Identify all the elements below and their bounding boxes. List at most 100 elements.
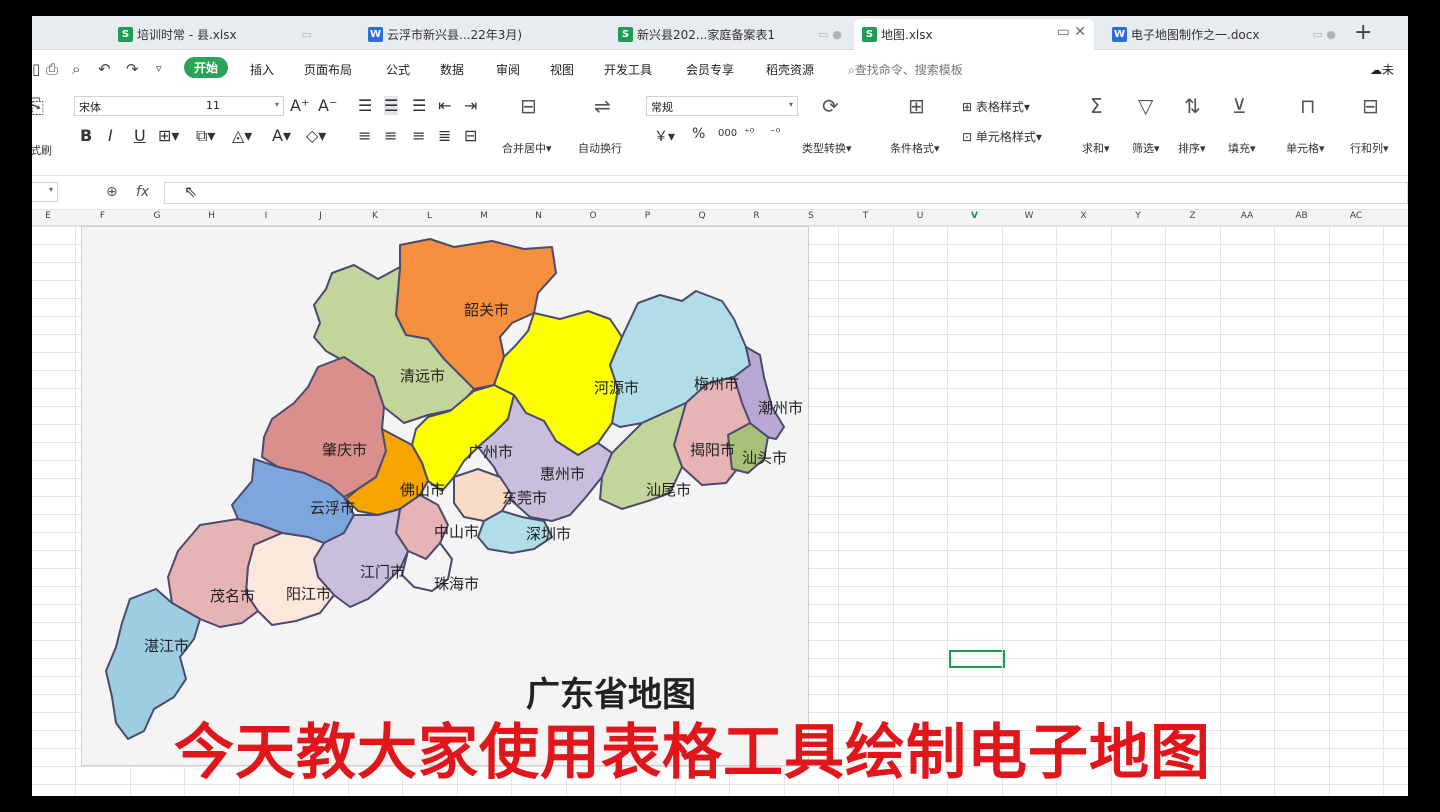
filter-icon[interactable]: ▽ xyxy=(1138,94,1153,118)
customize-icon[interactable]: ▿ xyxy=(156,62,162,75)
thousands-button[interactable]: 000 xyxy=(718,128,737,139)
undo-icon[interactable]: ↶ xyxy=(98,60,111,78)
sum-icon[interactable]: Σ xyxy=(1090,94,1103,118)
column-header[interactable]: Y xyxy=(1135,211,1141,221)
border-icon[interactable]: ⊞▾ xyxy=(158,126,179,145)
column-header[interactable]: Q xyxy=(698,211,705,221)
row-col-label[interactable]: 行和列▾ xyxy=(1350,140,1389,156)
zoom-icon[interactable]: ⊕ xyxy=(106,184,118,200)
indent-decrease-icon[interactable]: ⇤ xyxy=(438,96,451,115)
close-icon[interactable]: ▭ ✕ xyxy=(1057,24,1086,40)
format-painter-icon[interactable]: ⎘ xyxy=(32,94,44,118)
column-header[interactable]: V xyxy=(971,211,978,221)
cell-icon[interactable]: ⊓ xyxy=(1300,94,1316,118)
fill-label[interactable]: 填充▾ xyxy=(1228,140,1256,156)
sort-icon[interactable]: ⇅ xyxy=(1184,94,1201,118)
clear-format-icon[interactable]: ◇▾ xyxy=(306,126,326,145)
column-header[interactable]: AB xyxy=(1295,211,1307,221)
column-header[interactable]: W xyxy=(1025,211,1034,221)
column-header[interactable]: L xyxy=(427,211,432,221)
increase-decimal-icon[interactable]: ⁺⁰ xyxy=(744,126,754,139)
formula-input[interactable] xyxy=(164,182,1408,204)
row-col-icon[interactable]: ⊟ xyxy=(1362,94,1379,118)
column-header[interactable]: M xyxy=(480,211,488,221)
underline-icon[interactable]: U xyxy=(134,126,146,145)
menu-page-layout[interactable]: 页面布局 xyxy=(304,61,352,78)
distribute-icon[interactable]: ⊟ xyxy=(464,126,477,145)
increase-font-icon[interactable]: A⁺ xyxy=(290,96,309,115)
column-header[interactable]: N xyxy=(535,211,542,221)
align-top-icon[interactable]: ☰ xyxy=(358,96,372,115)
new-tab-icon[interactable]: + xyxy=(1354,20,1372,45)
merge-center-label[interactable]: 合并居中▾ xyxy=(502,140,552,156)
column-header[interactable]: K xyxy=(372,211,378,221)
column-header[interactable]: S xyxy=(808,211,814,221)
percent-button[interactable]: % xyxy=(692,126,705,142)
format-painter-label[interactable]: 式刷 xyxy=(32,142,52,158)
pin-icon[interactable]: ▭ ● xyxy=(1313,28,1337,41)
conditional-format-icon[interactable]: ⊞ xyxy=(908,94,925,118)
justify-icon[interactable]: ≣ xyxy=(438,126,451,145)
tab-xinxing-xlsx[interactable]: S 新兴县202...家庭备案表1 ▭ ● xyxy=(610,19,850,50)
fx-button[interactable]: fx xyxy=(136,184,149,200)
tab-map-xlsx[interactable]: S 地图.xlsx ▭ ✕ xyxy=(854,19,1094,50)
guangdong-map-image[interactable]: 韶关市 清远市 河源市 梅州市 潮州市 肇庆市 广州市 揭阳市 汕头市 惠州市 佛山市 东莞市 汕尾市云… xyxy=(81,226,809,766)
type-convert-icon[interactable]: ⟳ xyxy=(822,94,839,118)
redo-icon[interactable]: ↷ xyxy=(126,60,139,78)
align-left-icon[interactable]: ≡ xyxy=(358,126,371,145)
column-header[interactable]: G xyxy=(154,211,161,221)
font-size-select[interactable]: 11 ▾ xyxy=(202,96,284,116)
menu-data[interactable]: 数据 xyxy=(440,61,464,78)
selected-cell[interactable] xyxy=(949,650,1005,668)
italic-icon[interactable]: I xyxy=(108,126,113,145)
column-header[interactable]: J xyxy=(319,211,322,221)
menu-docer[interactable]: 稻壳资源 xyxy=(766,61,814,78)
tab-training-xlsx[interactable]: S 培训时常 - 县.xlsx ▭ xyxy=(110,19,320,50)
align-bottom-icon[interactable]: ☰ xyxy=(412,96,426,115)
table-style-button[interactable]: ⊞ 表格样式▾ xyxy=(962,98,1030,115)
menu-home[interactable]: 开始 xyxy=(184,57,229,78)
sync-status[interactable]: ☁未 xyxy=(1370,61,1394,78)
conditional-format-label[interactable]: 条件格式▾ xyxy=(890,140,940,156)
name-box[interactable]: ▾ xyxy=(32,182,58,202)
indent-increase-icon[interactable]: ⇥ xyxy=(464,96,477,115)
number-format-select[interactable]: 常规 ▾ xyxy=(646,96,798,116)
column-header[interactable]: Z xyxy=(1189,211,1195,221)
menu-developer[interactable]: 开发工具 xyxy=(604,61,652,78)
fill-color-icon[interactable]: ⧉▾ xyxy=(196,126,215,146)
column-header[interactable]: F xyxy=(100,211,105,221)
column-header[interactable]: H xyxy=(208,211,215,221)
align-middle-icon[interactable]: ☰ xyxy=(384,96,399,115)
wrap-text-label[interactable]: 自动换行 xyxy=(578,140,622,156)
column-header[interactable]: P xyxy=(645,211,650,221)
wrap-text-icon[interactable]: ⇌ xyxy=(594,94,611,118)
column-header[interactable]: R xyxy=(753,211,759,221)
menu-view[interactable]: 视图 xyxy=(550,61,574,78)
highlight-icon[interactable]: ◬▾ xyxy=(232,126,252,145)
print-icon[interactable]: ⎙ xyxy=(46,60,58,78)
print-preview-icon[interactable]: ⌕ xyxy=(72,60,80,78)
sum-label[interactable]: 求和▾ xyxy=(1082,140,1110,156)
save-icon[interactable]: ▯ xyxy=(32,60,40,78)
pin-icon[interactable]: ▭ xyxy=(302,28,312,41)
menu-formulas[interactable]: 公式 xyxy=(386,61,410,78)
cell-style-button[interactable]: ⊡ 单元格样式▾ xyxy=(962,128,1042,145)
align-center-icon[interactable]: ≡ xyxy=(384,126,397,145)
column-header[interactable]: X xyxy=(1080,211,1086,221)
column-header[interactable]: E xyxy=(45,211,51,221)
decrease-decimal-icon[interactable]: ⁻⁰ xyxy=(770,126,780,139)
column-header[interactable]: T xyxy=(863,211,869,221)
tab-yunfu-docx[interactable]: W 云浮市新兴县...22年3月) xyxy=(360,19,600,50)
align-right-icon[interactable]: ≡ xyxy=(412,126,425,145)
font-name-select[interactable]: 宋体▾ xyxy=(74,96,212,116)
sort-label[interactable]: 排序▾ xyxy=(1178,140,1206,156)
bold-icon[interactable]: B xyxy=(80,126,92,145)
column-header[interactable]: I xyxy=(265,211,268,221)
menu-member[interactable]: 会员专享 xyxy=(686,61,734,78)
menu-review[interactable]: 审阅 xyxy=(496,61,520,78)
decrease-font-icon[interactable]: A⁻ xyxy=(318,96,337,115)
type-convert-label[interactable]: 类型转换▾ xyxy=(802,140,852,156)
column-header[interactable]: AC xyxy=(1350,211,1362,221)
filter-label[interactable]: 筛选▾ xyxy=(1132,140,1160,156)
fill-icon[interactable]: ⊻ xyxy=(1232,94,1247,118)
